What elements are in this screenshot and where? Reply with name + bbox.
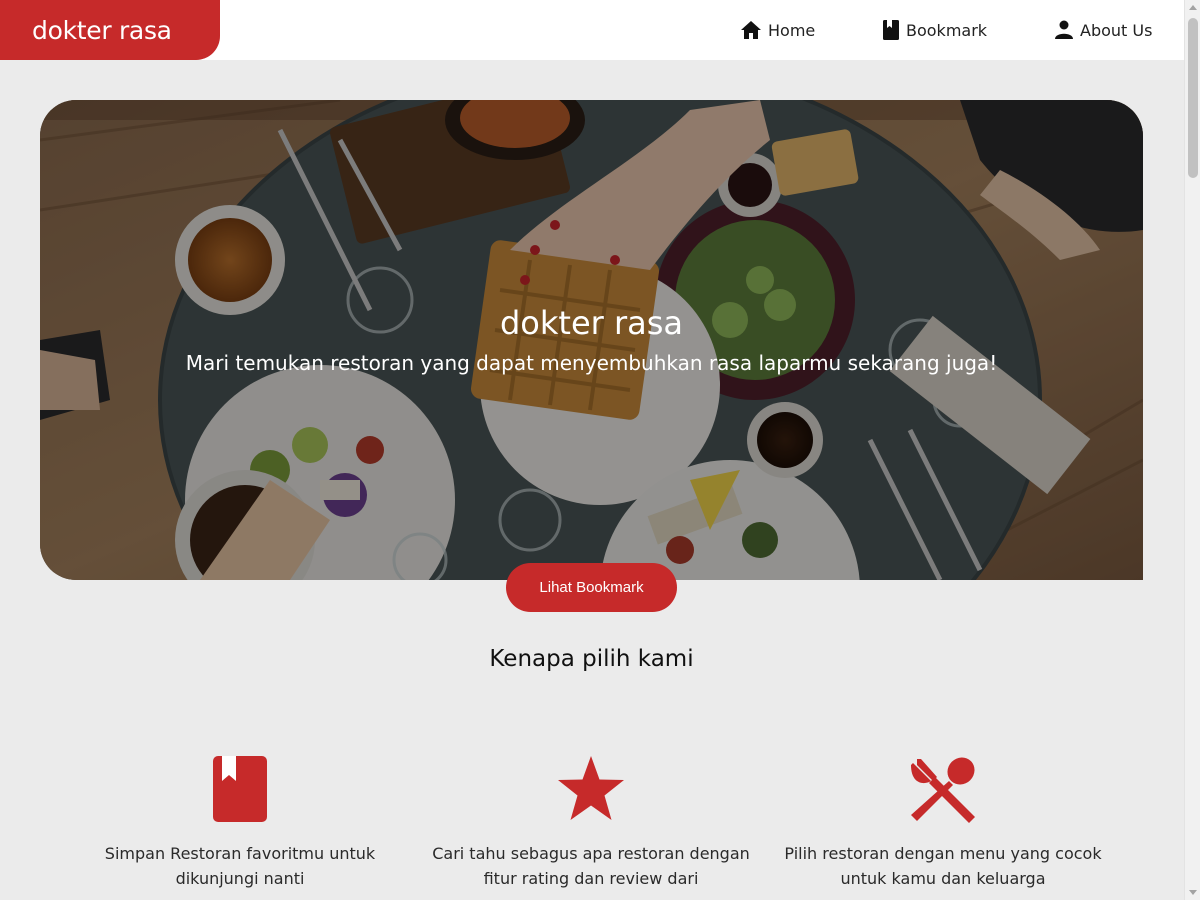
feature-menu-text: Pilih restoran dengan menu yang cocok un… (784, 844, 1102, 888)
person-icon (1054, 20, 1074, 40)
feature-rating-text: Cari tahu sebagus apa restoran dengan fi… (432, 844, 750, 888)
nav-about-us[interactable]: About Us (1054, 0, 1152, 60)
page-scrollbar[interactable] (1184, 0, 1200, 900)
nav-home[interactable]: Home (740, 0, 815, 60)
feature-rating: Cari tahu sebagus apa restoran dengan fi… (431, 755, 751, 891)
view-bookmark-button[interactable]: Lihat Bookmark (506, 563, 677, 612)
nav-home-label: Home (768, 20, 816, 40)
nav-bookmark[interactable]: Bookmark (882, 0, 987, 60)
hero-subtitle: Mari temukan restoran yang dapat menyemb… (185, 351, 998, 375)
feature-bookmark-text: Simpan Restoran favoritmu untuk dikunjun… (104, 844, 376, 888)
app-header: dokter rasa Home Bookmark About Us (0, 0, 1184, 60)
hero-banner: dokter rasa Mari temukan restoran yang d… (40, 100, 1143, 580)
scroll-thumb[interactable] (1188, 18, 1198, 178)
nav-about-us-label: About Us (1080, 20, 1153, 40)
feature-bookmark: Simpan Restoran favoritmu untuk dikunjun… (80, 755, 400, 891)
bookmark-book-icon (80, 755, 400, 827)
nav-bookmark-label: Bookmark (906, 20, 988, 40)
scroll-up-arrow-icon[interactable] (1189, 5, 1197, 10)
scroll-down-arrow-icon[interactable] (1189, 890, 1197, 895)
hero-title: dokter rasa (499, 304, 684, 342)
home-icon (740, 20, 762, 40)
brand-logo[interactable]: dokter rasa (0, 0, 220, 60)
book-icon (882, 20, 900, 40)
feature-menu: Pilih restoran dengan menu yang cocok un… (783, 755, 1103, 891)
restaurant-utensils-icon (783, 755, 1103, 827)
why-choose-us-title: Kenapa pilih kami (489, 646, 694, 672)
star-icon (431, 755, 751, 827)
